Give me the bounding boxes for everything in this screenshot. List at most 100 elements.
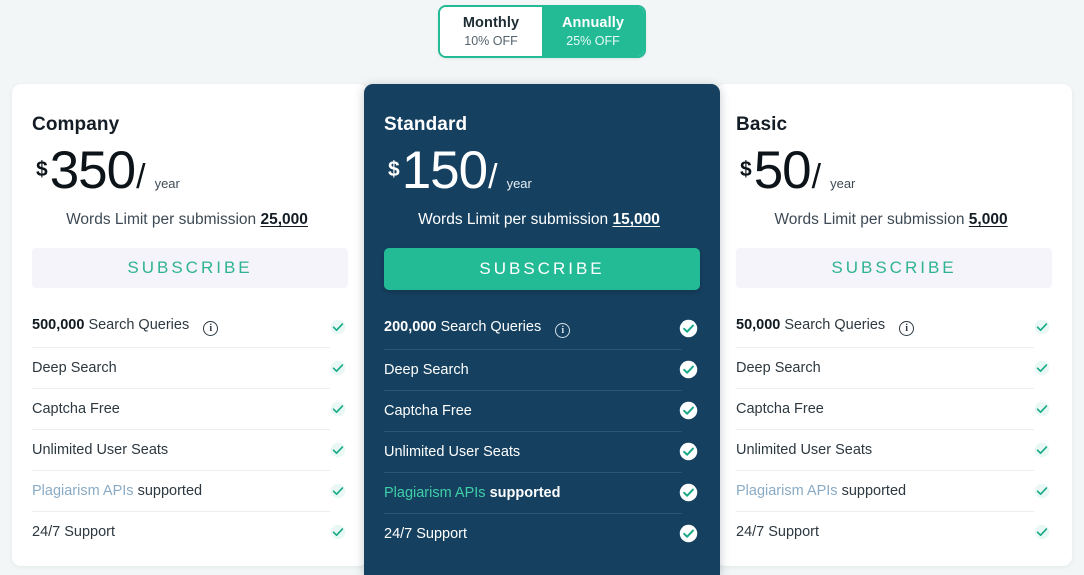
feature-label: Plagiarism APIs supported [384,485,679,501]
feature-text: Unlimited User Seats [736,441,873,458]
billing-toggle-option-monthly[interactable]: Monthly 10% OFF [440,7,542,56]
words-limit-value: 25,000 [260,211,308,228]
plagiarism-apis-link[interactable]: Plagiarism APIs [736,483,838,499]
feature-label: 24/7 Support [736,524,1034,540]
billing-toggle-label: Monthly [462,15,520,31]
check-icon [1034,319,1050,334]
words-limit: Words Limit per submission 5,000 [736,211,1052,229]
check-icon [330,524,346,539]
feature-row: Captcha Free [32,388,348,429]
info-icon[interactable]: i [899,321,915,336]
price-slash: / [136,158,146,196]
check-icon [330,401,346,416]
features-list: 500,000 Search Queries i Deep Search Captch… [32,306,348,552]
plan-price: $350/ year [32,144,348,197]
feature-text: supported [133,482,203,499]
feature-label: Captcha Free [32,401,330,417]
features-list: 50,000 Search Queries i Deep Search Captcha… [736,306,1052,552]
billing-toggle-label: Annually [561,15,625,31]
feature-text: Captcha Free [736,400,824,417]
feature-row: 200,000 Search Queries i [384,308,700,349]
feature-label: 24/7 Support [32,524,330,540]
feature-label: 200,000 Search Queries i [384,319,679,338]
feature-row: Deep Search [32,347,348,388]
check-icon [1034,442,1050,457]
price-amount: 150 [401,141,488,200]
billing-toggle-discount: 10% OFF [464,34,518,48]
pricing-card-standard: Standard $150/ year Words Limit per submiss… [364,84,720,575]
subscribe-button[interactable]: SUBSCRIBE [736,248,1052,288]
price-period: year [506,176,532,191]
feature-count: 50,000 [736,317,781,333]
pricing-card-basic: Basic $50/ year Words Limit per submission … [716,84,1072,566]
plagiarism-apis-link[interactable]: Plagiarism APIs [384,485,486,501]
feature-label: Plagiarism APIs supported [32,483,330,499]
info-icon[interactable]: i [203,321,219,336]
check-icon [330,442,346,457]
feature-text: Search Queries [780,317,886,333]
check-icon [1034,360,1050,375]
words-limit-value: 15,000 [612,211,660,228]
check-icon [330,483,346,498]
features-list: 200,000 Search Queries i Deep Search Captch… [384,308,700,554]
feature-text: 24/7 Support [32,523,116,540]
feature-count: 200,000 [384,319,437,335]
feature-row: Captcha Free [384,390,700,431]
feature-text: 24/7 Support [736,523,820,540]
feature-text: Search Queries [84,317,190,333]
feature-row: Plagiarism APIs supported [384,472,700,513]
feature-label: Captcha Free [384,403,679,419]
check-icon [679,483,698,502]
price-slash: / [488,158,498,196]
feature-text: 24/7 Support [384,525,468,542]
feature-label: 50,000 Search Queries i [736,317,1034,336]
currency-symbol: $ [388,158,400,181]
words-limit-label: Words Limit per submission [66,211,257,228]
price-period: year [154,176,180,191]
billing-toggle-option-annually[interactable]: Annually 25% OFF [542,7,644,56]
check-icon [679,524,698,543]
feature-text: Unlimited User Seats [32,441,169,458]
check-icon [330,360,346,375]
info-icon[interactable]: i [555,323,571,338]
feature-row: Deep Search [736,347,1052,388]
check-icon [679,401,698,420]
feature-row: Plagiarism APIs supported [736,470,1052,511]
price-slash: / [811,158,822,196]
check-icon [1034,524,1050,539]
feature-row: Captcha Free [736,388,1052,429]
plagiarism-apis-link[interactable]: Plagiarism APIs [32,483,134,499]
currency-symbol: $ [740,158,752,181]
subscribe-button[interactable]: SUBSCRIBE [32,248,348,288]
words-limit-label: Words Limit per submission [418,211,609,228]
check-icon [1034,483,1050,498]
feature-row: 500,000 Search Queries i [32,306,348,347]
check-icon [679,319,698,338]
check-icon [330,319,346,334]
feature-row: 24/7 Support [736,511,1052,552]
feature-text: Captcha Free [32,400,120,417]
feature-label: Plagiarism APIs supported [736,483,1034,499]
billing-toggle-container: Monthly 10% OFF Annually 25% OFF [0,5,1084,58]
pricing-card-company: Company $350/ year Words Limit per submissi… [12,84,368,566]
plan-price: $50/ year [736,144,1052,197]
billing-toggle[interactable]: Monthly 10% OFF Annually 25% OFF [438,5,646,58]
feature-text: supported [837,482,907,499]
subscribe-button[interactable]: SUBSCRIBE [384,248,700,290]
feature-text: Deep Search [32,359,117,376]
plan-name: Standard [384,114,468,135]
feature-label: Unlimited User Seats [32,442,330,458]
price-amount: 350 [49,141,136,200]
feature-text: Search Queries [436,319,542,335]
words-limit: Words Limit per submission 25,000 [32,211,348,229]
words-limit: Words Limit per submission 15,000 [384,211,700,229]
feature-text: Unlimited User Seats [384,443,521,460]
feature-label: Deep Search [384,362,679,378]
price-period: year [830,176,856,191]
feature-row: Unlimited User Seats [384,431,700,472]
feature-label: 24/7 Support [384,526,679,542]
pricing-cards-row: Company $350/year Words Limit per submissi… [12,84,1072,575]
feature-text: Captcha Free [384,402,472,419]
feature-row: 24/7 Support [384,513,700,554]
feature-count: 500,000 [32,317,85,333]
